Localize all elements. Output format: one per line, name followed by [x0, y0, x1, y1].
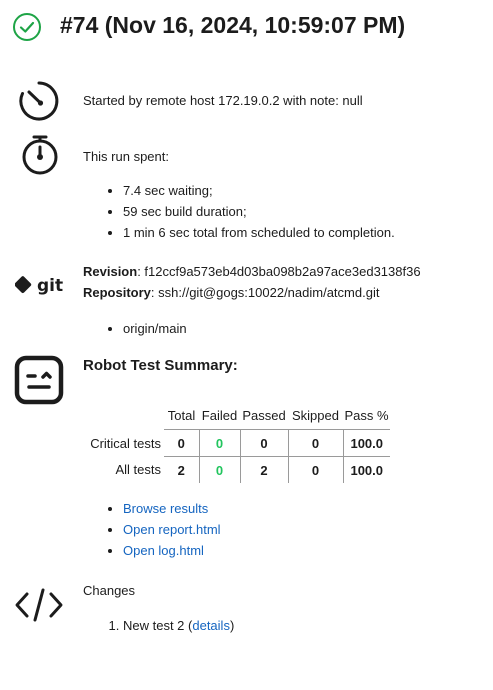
total-cell: 0: [164, 429, 199, 457]
failed-cell: 0: [198, 456, 240, 483]
changes-list: New test 2 (details): [123, 617, 234, 635]
skipped-cell: 0: [287, 456, 343, 483]
failed-cell: 0: [198, 429, 240, 457]
column-header: Pass %: [344, 408, 389, 423]
robot-summary-table: Total Failed Passed Skipped Pass % Criti…: [86, 402, 390, 483]
column-header: Failed: [201, 408, 238, 423]
timing-heading: This run spent:: [83, 149, 169, 164]
table-row: Critical tests 0 0 0 0 100.0: [86, 429, 390, 457]
column-header: Skipped: [292, 408, 339, 423]
revision-line: Revision: f12ccf9a573eb4d03ba098b2a97ace…: [83, 263, 421, 281]
browse-results-link[interactable]: Browse results: [123, 501, 208, 516]
total-cell: 2: [164, 456, 199, 483]
robot-icon: [14, 355, 64, 405]
repository-value: : ssh://git@gogs:10022/nadim/atcmd.git: [150, 285, 380, 300]
repository-line: Repository: ssh://git@gogs:10022/nadim/a…: [83, 284, 379, 302]
row-label: All tests: [115, 462, 161, 478]
git-logo: git: [14, 274, 65, 296]
branch-item: origin/main: [123, 318, 187, 339]
revision-value: : f12ccf9a573eb4d03ba098b2a97ace3ed3138f…: [137, 264, 421, 279]
open-report-link[interactable]: Open report.html: [123, 522, 221, 537]
timing-item: 7.4 sec waiting;: [123, 180, 395, 201]
table-header-row: Total Failed Passed Skipped Pass %: [86, 402, 390, 430]
open-log-link[interactable]: Open log.html: [123, 543, 204, 558]
change-suffix: ): [229, 618, 235, 633]
details-link[interactable]: details: [192, 618, 230, 633]
timer-icon: [16, 78, 62, 124]
changes-heading: Changes: [83, 583, 136, 598]
list-item: Browse results: [123, 498, 221, 519]
column-header: Passed: [242, 408, 286, 423]
svg-text:git: git: [37, 276, 63, 296]
table-row: All tests 2 0 2 0 100.0: [86, 456, 390, 483]
revision-label: Revision: [83, 264, 138, 279]
list-item: Open report.html: [123, 519, 221, 540]
branch-list: origin/main: [123, 318, 187, 339]
column-header: Total: [167, 408, 196, 423]
pass-percent-cell: 100.0: [342, 429, 390, 457]
timing-item: 1 min 6 sec total from scheduled to comp…: [123, 222, 395, 243]
success-status-icon: [12, 12, 42, 42]
change-text: New test 2 (: [123, 618, 193, 633]
page-title: #74 (Nov 16, 2024, 10:59:07 PM): [60, 12, 406, 38]
pass-percent-cell: 100.0: [342, 456, 390, 483]
stopwatch-icon: [16, 133, 62, 179]
robot-heading: Robot Test Summary:: [83, 357, 238, 374]
timing-item: 59 sec build duration;: [123, 201, 395, 222]
change-item: New test 2 (details): [123, 617, 234, 635]
row-label: Critical tests: [90, 435, 161, 451]
code-icon: [14, 585, 64, 625]
passed-cell: 0: [239, 429, 288, 457]
list-item: Open log.html: [123, 540, 221, 561]
passed-cell: 2: [239, 456, 288, 483]
started-by-text: Started by remote host 172.19.0.2 with n…: [83, 93, 363, 108]
skipped-cell: 0: [287, 429, 343, 457]
empty-header-cell: [86, 402, 164, 430]
robot-links-list: Browse results Open report.html Open log…: [123, 498, 221, 561]
repository-label: Repository: [83, 285, 151, 300]
timing-list: 7.4 sec waiting; 59 sec build duration; …: [123, 180, 395, 243]
